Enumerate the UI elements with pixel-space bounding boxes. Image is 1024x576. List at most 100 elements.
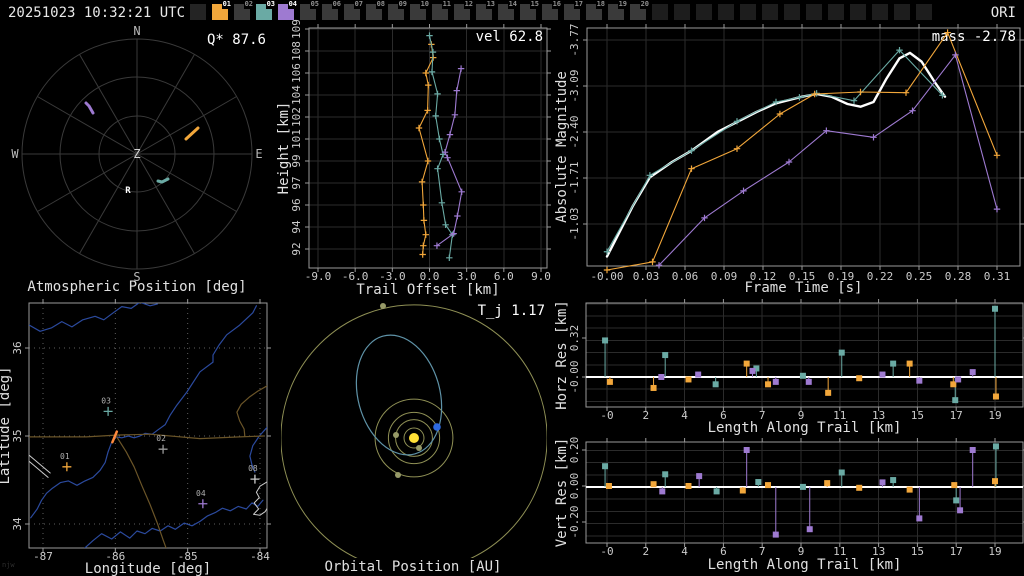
residual-marker	[806, 526, 813, 533]
marker-cross	[422, 231, 429, 238]
planet-dot	[393, 432, 399, 438]
residual-marker	[890, 477, 897, 484]
label: -0	[600, 545, 613, 558]
grid-horz	[586, 303, 1023, 407]
label: 15	[911, 409, 924, 422]
label: 2	[642, 545, 649, 558]
marker-cross	[422, 69, 429, 77]
polyline	[184, 126, 200, 141]
marker-cross	[434, 165, 441, 172]
marker-cross	[993, 152, 1001, 159]
polyline	[30, 305, 257, 519]
panel-atmospheric: NESW ZRQ* 87.6Atmospheric Position [deg]	[11, 24, 266, 295]
label: 36	[11, 341, 24, 354]
polar-spoke	[136, 96, 237, 155]
watermark: njw	[2, 561, 15, 569]
label: W	[11, 147, 19, 161]
grid-trail	[309, 28, 547, 268]
marker-cross	[444, 154, 451, 161]
marker-cross	[432, 112, 439, 120]
meteor-summary-app: 20251023 10:32:21 UTC 01 02 03 04 05 06 07 08 09…	[0, 0, 1024, 576]
plot-border	[586, 27, 1021, 267]
label: 03	[101, 396, 111, 405]
grid-map	[29, 303, 267, 548]
marker-cross	[426, 32, 433, 39]
polyline	[84, 499, 264, 548]
marker-cross	[158, 444, 168, 454]
label: Longitude [deg]	[85, 561, 211, 576]
residual-marker	[890, 360, 897, 367]
residual-marker	[916, 515, 923, 522]
label: 34	[11, 517, 24, 531]
label: 01	[60, 452, 70, 461]
residual-marker	[743, 360, 750, 367]
residual-marker	[743, 447, 750, 453]
residual-marker	[969, 447, 976, 453]
residual-marker	[602, 337, 609, 344]
label: 92	[290, 242, 303, 255]
label: 94	[290, 220, 303, 234]
label: 02	[156, 434, 166, 443]
label: -84	[250, 550, 270, 563]
polar-spoke	[136, 153, 237, 212]
label: Height [km]	[276, 102, 292, 195]
residual-marker	[765, 482, 772, 489]
label: 0.31	[984, 270, 1011, 283]
plot-border	[308, 27, 548, 269]
residual-marker	[992, 393, 999, 400]
residual-marker	[755, 479, 762, 486]
residual-marker	[685, 483, 692, 489]
label: 15	[911, 545, 924, 558]
label: Latitude [deg]	[0, 366, 13, 484]
residual-marker	[856, 484, 863, 491]
label: Absolute Magnitude	[554, 71, 570, 223]
residual-marker	[856, 375, 863, 382]
planet-dot	[416, 445, 422, 451]
marker-cross	[420, 217, 428, 224]
plot-border	[585, 302, 1024, 408]
plot-border	[28, 302, 268, 549]
map-stations: 01 02 03 04 08	[60, 396, 260, 509]
marker-cross	[446, 131, 454, 138]
residual-marker	[992, 443, 999, 450]
marker-cross	[688, 165, 695, 172]
sun-dot	[409, 433, 419, 443]
marker-cross	[857, 88, 864, 96]
polar-spoke	[136, 153, 195, 254]
residual-marker	[659, 488, 666, 495]
marker-cross	[434, 90, 441, 98]
label: 17	[950, 545, 963, 558]
residual-marker	[879, 371, 886, 378]
residual-marker	[662, 352, 669, 359]
polar-spoke	[37, 153, 138, 212]
residual-marker	[772, 531, 779, 538]
residual-marker	[799, 372, 806, 379]
residual-marker	[772, 378, 779, 385]
residual-marker	[906, 486, 913, 493]
residual-marker	[952, 397, 959, 404]
residual-marker	[713, 488, 720, 495]
marker-cross	[458, 188, 465, 195]
marker-cross	[446, 254, 453, 261]
residual-marker	[824, 480, 831, 487]
label: Length Along Trail [km]	[708, 557, 902, 573]
plot-border	[585, 441, 1024, 544]
residual-marker	[658, 374, 665, 380]
label: -0	[600, 409, 613, 422]
marker-cross	[457, 65, 465, 72]
residual-marker	[602, 463, 609, 470]
polyline	[84, 101, 95, 115]
residual-marker	[739, 487, 746, 494]
label: Horz Res [km]	[554, 300, 570, 410]
residual-marker	[685, 376, 692, 383]
residual-marker	[650, 384, 657, 391]
polyline	[116, 436, 167, 548]
marker-cross	[424, 157, 432, 165]
residual-marker	[957, 507, 964, 514]
label: vel 62.8	[476, 29, 543, 45]
marker-cross	[418, 178, 426, 186]
label: 109	[290, 19, 303, 39]
label: E	[255, 147, 262, 161]
planet-dot	[380, 303, 386, 309]
polar-spoke	[79, 153, 138, 254]
